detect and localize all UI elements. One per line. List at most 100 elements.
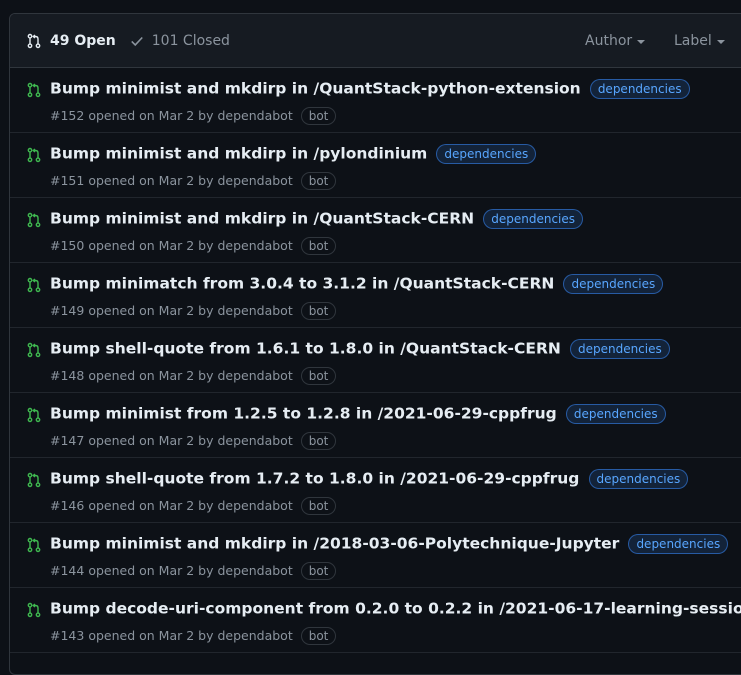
open-filter[interactable]: 49 Open	[26, 33, 116, 49]
pull-number[interactable]: #151	[50, 173, 84, 188]
open-pull-request-icon	[26, 602, 42, 622]
list-item[interactable]: Bump decode-uri-component from 0.2.0 to …	[10, 588, 741, 653]
pull-title-link[interactable]: Bump minimatch from 3.0.4 to 3.1.2 in /Q…	[50, 275, 554, 293]
pull-meta: #151 opened on Mar 2 by dependabot bot	[50, 172, 337, 190]
bot-badge: bot	[300, 302, 337, 320]
label-dependencies[interactable]: dependencies	[436, 143, 537, 164]
author-link[interactable]: dependabot	[217, 368, 292, 383]
pull-title-line: Bump shell-quote from 1.6.1 to 1.8.0 in …	[50, 338, 741, 359]
pull-meta: #147 opened on Mar 2 by dependabot bot	[50, 432, 337, 450]
pull-title-line: Bump shell-quote from 1.7.2 to 1.8.0 in …	[50, 468, 741, 489]
pull-title-link[interactable]: Bump minimist and mkdirp in /pylondinium	[50, 145, 427, 163]
bot-badge: bot	[300, 497, 337, 515]
chevron-down-icon	[637, 39, 646, 44]
opened-text: opened on Mar 2 by	[88, 108, 214, 123]
author-link[interactable]: dependabot	[217, 498, 292, 513]
label-dependencies[interactable]: dependencies	[589, 78, 690, 99]
open-pull-request-icon	[26, 82, 42, 102]
author-filter-label: Author	[585, 32, 633, 49]
label-dependencies[interactable]: dependencies	[483, 208, 584, 229]
opened-text: opened on Mar 2 by	[88, 303, 214, 318]
pull-request-icon	[27, 33, 41, 48]
author-link[interactable]: dependabot	[217, 108, 292, 123]
pull-title-link[interactable]: Bump shell-quote from 1.6.1 to 1.8.0 in …	[50, 340, 561, 358]
pull-number[interactable]: #147	[50, 433, 84, 448]
bot-badge: bot	[300, 172, 337, 190]
list-item[interactable]: Bump minimist and mkdirp in /pylondinium…	[10, 133, 741, 198]
pull-meta: #150 opened on Mar 2 by dependabot bot	[50, 237, 337, 255]
open-pull-request-icon	[26, 407, 42, 427]
pull-request-list: 49 Open 101 Closed Author Label Bump min…	[9, 13, 741, 675]
pull-title-line: Bump minimist and mkdirp in /2018-03-06-…	[50, 533, 741, 554]
pull-title-line: Bump minimist and mkdirp in /pylondinium…	[50, 143, 741, 164]
author-link[interactable]: dependabot	[217, 173, 292, 188]
pull-title-line: Bump decode-uri-component from 0.2.0 to …	[50, 598, 741, 619]
check-icon	[130, 36, 143, 46]
chevron-down-icon	[716, 39, 725, 44]
pull-number[interactable]: #149	[50, 303, 84, 318]
list-item[interactable]: Bump minimist and mkdirp in /2018-03-06-…	[10, 523, 741, 588]
author-filter-wrap: Author	[585, 14, 646, 67]
label-dependencies[interactable]: dependencies	[563, 273, 664, 294]
bot-badge: bot	[300, 367, 337, 385]
label-dependencies[interactable]: dependencies	[565, 403, 666, 424]
opened-text: opened on Mar 2 by	[88, 498, 214, 513]
pull-title-line: Bump minimist from 1.2.5 to 1.2.8 in /20…	[50, 403, 741, 424]
pull-meta: #149 opened on Mar 2 by dependabot bot	[50, 302, 337, 320]
author-link[interactable]: dependabot	[217, 563, 292, 578]
author-link[interactable]: dependabot	[217, 433, 292, 448]
author-link[interactable]: dependabot	[217, 628, 292, 643]
list-item[interactable]: Bump minimatch from 3.0.4 to 3.1.2 in /Q…	[10, 263, 741, 328]
list-item[interactable]: Bump shell-quote from 1.6.1 to 1.8.0 in …	[10, 328, 741, 393]
pull-title-line: Bump minimist and mkdirp in /QuantStack-…	[50, 78, 741, 99]
opened-text: opened on Mar 2 by	[88, 173, 214, 188]
label-dependencies[interactable]: dependencies	[569, 338, 670, 359]
open-pull-request-icon	[26, 472, 42, 492]
pull-title-link[interactable]: Bump minimist and mkdirp in /QuantStack-…	[50, 80, 581, 98]
list-item[interactable]: Bump shell-quote from 1.7.2 to 1.8.0 in …	[10, 458, 741, 523]
opened-text: opened on Mar 2 by	[88, 628, 214, 643]
pull-title-link[interactable]: Bump minimist and mkdirp in /QuantStack-…	[50, 210, 474, 228]
bot-badge: bot	[300, 627, 337, 645]
pull-title-link[interactable]: Bump shell-quote from 1.7.2 to 1.8.0 in …	[50, 470, 579, 488]
pull-meta: #143 opened on Mar 2 by dependabot bot	[50, 627, 337, 645]
open-pull-request-icon	[26, 212, 42, 232]
list-item[interactable]: Bump minimist and mkdirp in /QuantStack-…	[10, 68, 741, 133]
list-header: 49 Open 101 Closed Author Label	[10, 14, 741, 68]
pull-meta: #144 opened on Mar 2 by dependabot bot	[50, 562, 337, 580]
pull-number[interactable]: #146	[50, 498, 84, 513]
opened-text: opened on Mar 2 by	[88, 433, 214, 448]
pull-title-link[interactable]: Bump minimist from 1.2.5 to 1.2.8 in /20…	[50, 405, 557, 423]
open-pull-request-icon	[26, 537, 42, 557]
author-filter[interactable]: Author	[585, 32, 646, 49]
pull-title-line: Bump minimist and mkdirp in /QuantStack-…	[50, 208, 741, 229]
pull-number[interactable]: #150	[50, 238, 84, 253]
author-link[interactable]: dependabot	[217, 303, 292, 318]
opened-text: opened on Mar 2 by	[88, 368, 214, 383]
pull-meta: #146 opened on Mar 2 by dependabot bot	[50, 497, 337, 515]
list-item[interactable]: Bump minimist from 1.2.5 to 1.2.8 in /20…	[10, 393, 741, 458]
pull-number[interactable]: #144	[50, 563, 84, 578]
pull-number[interactable]: #148	[50, 368, 84, 383]
pull-title-link[interactable]: Bump minimist and mkdirp in /2018-03-06-…	[50, 535, 619, 553]
pull-title-line: Bump minimatch from 3.0.4 to 3.1.2 in /Q…	[50, 273, 741, 294]
author-link[interactable]: dependabot	[217, 238, 292, 253]
label-dependencies[interactable]: dependencies	[628, 533, 729, 554]
pull-title-link[interactable]: Bump decode-uri-component from 0.2.0 to …	[50, 600, 741, 618]
opened-text: opened on Mar 2 by	[88, 238, 214, 253]
bot-badge: bot	[300, 107, 337, 125]
open-pull-request-icon	[26, 342, 42, 362]
closed-count: 101 Closed	[151, 32, 230, 49]
pull-meta: #152 opened on Mar 2 by dependabot bot	[50, 107, 337, 125]
list-item[interactable]: Bump minimist and mkdirp in /QuantStack-…	[10, 198, 741, 263]
bot-badge: bot	[300, 432, 337, 450]
open-pull-request-icon	[26, 147, 42, 167]
label-filter[interactable]: Label	[674, 33, 725, 49]
pull-number[interactable]: #152	[50, 108, 84, 123]
bot-badge: bot	[300, 237, 337, 255]
pull-number[interactable]: #143	[50, 628, 84, 643]
label-filter-label: Label	[674, 32, 712, 49]
label-dependencies[interactable]: dependencies	[588, 468, 689, 489]
label-filter-wrap: Label	[674, 14, 725, 67]
closed-filter[interactable]: 101 Closed	[130, 33, 230, 49]
